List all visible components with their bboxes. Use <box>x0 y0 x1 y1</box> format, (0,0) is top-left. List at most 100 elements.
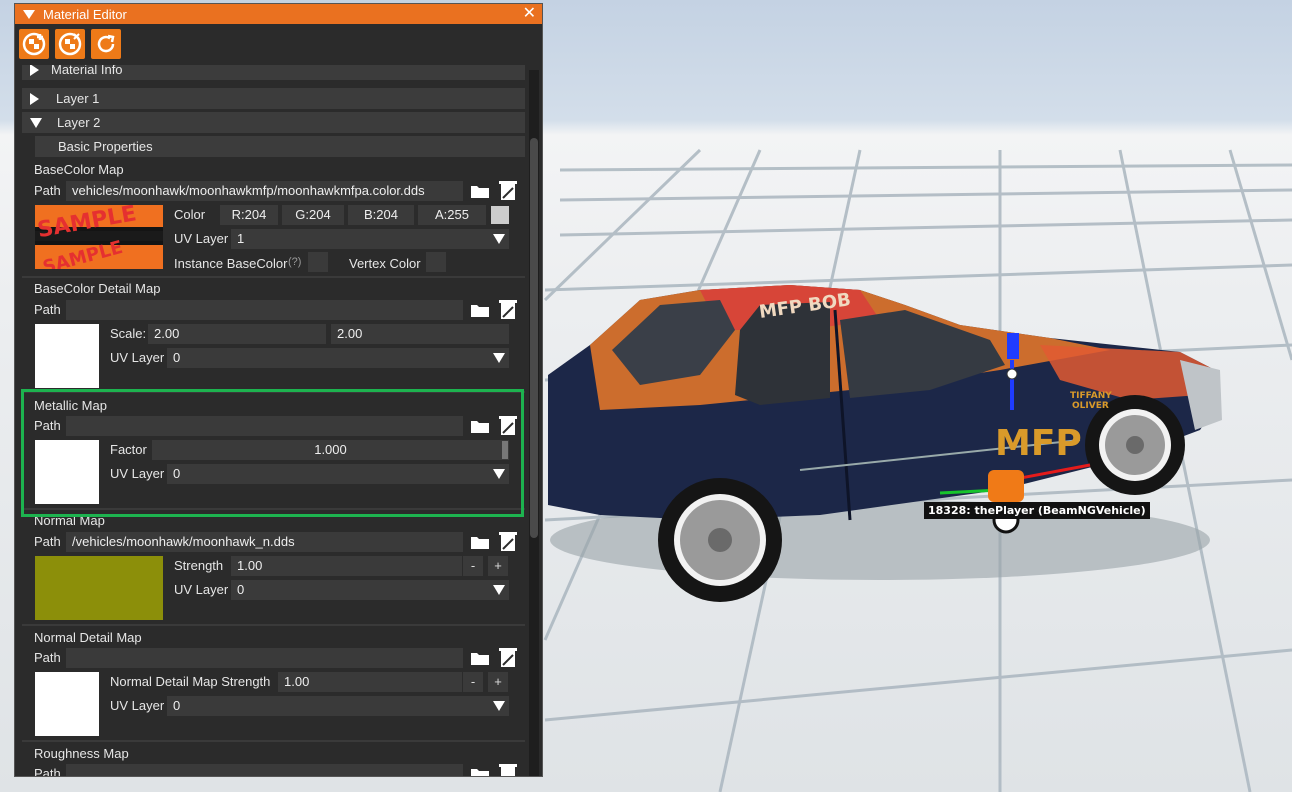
decrement-button[interactable]: - <box>463 672 483 692</box>
chevron-down-icon <box>493 234 505 244</box>
chevron-down-icon <box>493 353 505 363</box>
svg-text:TIFFANY: TIFFANY <box>1070 391 1112 401</box>
scale-x-input[interactable]: 2.00 <box>148 324 326 344</box>
decrement-button[interactable]: - <box>463 556 483 576</box>
metallic-texture-preview <box>35 440 99 504</box>
uv-layer-select[interactable]: 0 <box>167 696 509 716</box>
toolbar <box>15 24 542 64</box>
divider <box>22 508 525 510</box>
uv-layer-select[interactable]: 0 <box>231 580 509 600</box>
folder-icon[interactable] <box>471 184 489 198</box>
strength-input[interactable]: 1.00 <box>231 556 462 576</box>
normal-map-title: Normal Map <box>34 513 105 528</box>
add-material-button[interactable] <box>19 29 49 59</box>
tree-basic-properties[interactable]: Basic Properties <box>35 136 525 157</box>
vertical-scrollbar[interactable] <box>529 70 539 776</box>
reload-button[interactable] <box>91 29 121 59</box>
trash-icon[interactable] <box>499 531 517 551</box>
color-b-input[interactable]: B:204 <box>348 205 414 225</box>
normal-detail-strength-input[interactable]: 1.00 <box>278 672 462 692</box>
tree-material-info[interactable]: Material Info <box>22 65 525 80</box>
trash-icon[interactable] <box>499 763 517 776</box>
uv-layer-label: UV Layer <box>110 350 165 365</box>
chevron-down-icon <box>493 585 505 595</box>
editor-scroll-area[interactable]: Material Info Layer 1 Layer 2 Basic Prop… <box>15 65 527 776</box>
basecolor-path-label: Path <box>34 183 61 198</box>
roughness-path-label: Path <box>34 766 61 776</box>
color-g-input[interactable]: G:204 <box>282 205 344 225</box>
uv-layer-select[interactable]: 0 <box>167 464 509 484</box>
uv-layer-label: UV Layer <box>110 698 165 713</box>
material-editor-window[interactable]: Material Editor ✕ Material Info Layer 1 … <box>14 3 543 777</box>
trash-icon[interactable] <box>499 647 517 667</box>
tree-layer-1[interactable]: Layer 1 <box>22 88 525 109</box>
door-logo-text: MFP <box>995 423 1082 464</box>
normal-detail-path-input[interactable] <box>66 648 463 668</box>
uv-layer-label: UV Layer <box>174 231 229 246</box>
basecolor-detail-path-input[interactable] <box>66 300 463 320</box>
folder-icon[interactable] <box>471 651 489 665</box>
divider <box>22 624 525 626</box>
folder-icon[interactable] <box>471 767 489 776</box>
close-icon[interactable]: ✕ <box>523 5 536 23</box>
roughness-path-input[interactable] <box>66 764 463 776</box>
divider <box>22 391 525 393</box>
expand-arrow-icon <box>30 92 39 105</box>
uv-layer-value: 0 <box>173 698 181 713</box>
basecolor-detail-path-label: Path <box>34 302 61 317</box>
color-label: Color <box>174 207 206 222</box>
tree-layer-2[interactable]: Layer 2 <box>22 112 525 133</box>
svg-text:OLIVER: OLIVER <box>1072 401 1109 411</box>
folder-icon[interactable] <box>471 303 489 317</box>
uv-layer-value: 0 <box>173 350 181 365</box>
slider-grab[interactable] <box>502 441 508 459</box>
strength-label: Strength <box>174 558 224 573</box>
trash-icon[interactable] <box>499 415 517 435</box>
increment-button[interactable]: + <box>488 672 508 692</box>
normal-detail-strength-label: Normal Detail Map Strength <box>110 674 271 689</box>
expand-arrow-icon <box>30 65 39 76</box>
normal-path-label: Path <box>34 534 61 549</box>
help-icon[interactable]: (?) <box>288 256 301 268</box>
roughness-map-title: Roughness Map <box>34 746 129 761</box>
divider <box>22 276 525 278</box>
folder-icon[interactable] <box>471 535 489 549</box>
scale-y-input[interactable]: 2.00 <box>331 324 509 344</box>
factor-value: 1.000 <box>314 442 347 457</box>
add-checker-button[interactable] <box>55 29 85 59</box>
folder-icon[interactable] <box>471 419 489 433</box>
vertex-color-label: Vertex Color <box>349 256 421 271</box>
increment-button[interactable]: + <box>488 556 508 576</box>
instance-basecolor-checkbox[interactable] <box>308 252 328 272</box>
normal-path-input[interactable]: /vehicles/moonhawk/moonhawk_n.dds <box>66 532 463 552</box>
normal-detail-path-label: Path <box>34 650 61 665</box>
basecolor-map-title: BaseColor Map <box>34 162 124 177</box>
add-checker-icon <box>58 32 82 56</box>
uv-layer-value: 0 <box>237 582 245 597</box>
basecolor-detail-texture-preview <box>35 324 99 388</box>
factor-slider[interactable]: 1.000 <box>152 440 509 460</box>
uv-layer-select[interactable]: 0 <box>167 348 509 368</box>
vertex-color-checkbox[interactable] <box>426 252 446 272</box>
collapse-arrow-icon <box>30 117 42 128</box>
trash-icon[interactable] <box>499 180 517 200</box>
trash-icon[interactable] <box>499 299 517 319</box>
color-a-input[interactable]: A:255 <box>418 205 486 225</box>
color-r-input[interactable]: R:204 <box>220 205 278 225</box>
collapse-window-icon[interactable] <box>23 9 35 19</box>
texture-preview-image: SAMPLE SAMPLE <box>35 201 163 278</box>
color-swatch[interactable] <box>491 206 509 224</box>
add-material-icon <box>22 32 46 56</box>
scrollbar-thumb[interactable] <box>530 138 538 538</box>
normal-detail-map-title: Normal Detail Map <box>34 630 142 645</box>
chevron-down-icon <box>493 469 505 479</box>
metallic-path-input[interactable] <box>66 416 463 436</box>
window-titlebar[interactable]: Material Editor ✕ <box>15 4 542 24</box>
reload-icon <box>97 34 115 53</box>
basecolor-path-input[interactable]: vehicles/moonhawk/moonhawkmfp/moonhawkmf… <box>66 181 463 201</box>
uv-layer-select[interactable]: 1 <box>231 229 509 249</box>
tree-label: Material Info <box>51 65 123 77</box>
metallic-map-title: Metallic Map <box>34 398 107 413</box>
basecolor-detail-map-title: BaseColor Detail Map <box>34 281 161 296</box>
metallic-path-label: Path <box>34 418 61 433</box>
